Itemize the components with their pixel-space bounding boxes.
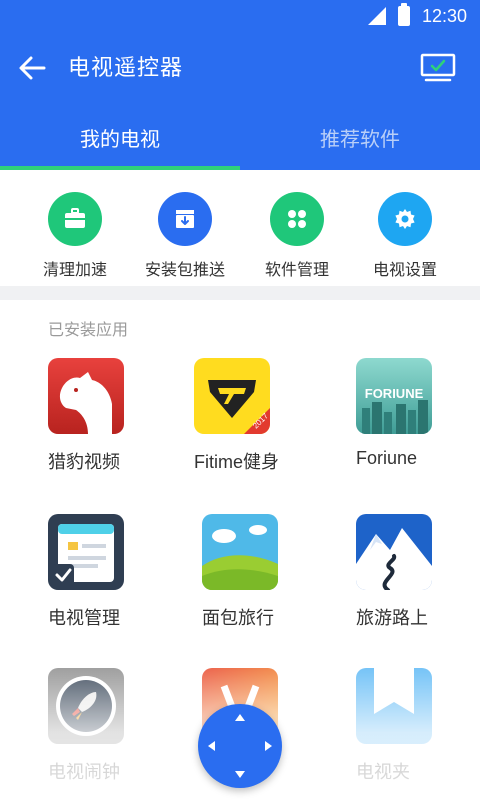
app-item-travel-road[interactable]: 旅游路上	[356, 496, 480, 636]
tv-folder-icon	[356, 668, 432, 744]
app-item-cheetah-video[interactable]: 猎豹视频	[48, 340, 198, 480]
app-name: 旅游路上	[356, 608, 428, 628]
signal-icon	[368, 7, 386, 25]
app-item-tv-alarm[interactable]: 电视闹钟	[48, 650, 198, 790]
toolbox-icon	[65, 208, 85, 228]
quick-action-circle	[270, 192, 324, 246]
tab-recommended-apps[interactable]: 推荐软件	[240, 104, 480, 170]
quick-action-label: 安装包推送	[144, 262, 225, 279]
cheetah-video-icon	[48, 358, 124, 434]
tv-cast-icon[interactable]	[420, 52, 456, 84]
quick-action-software-manage[interactable]: 软件管理	[242, 192, 352, 282]
tv-alarm-icon	[48, 668, 124, 744]
tab-label: 推荐软件	[320, 128, 400, 151]
app-item-tv-folder[interactable]: 电视夹	[356, 650, 480, 790]
foriune-icon-text: FORIUNE	[365, 386, 424, 401]
status-time: 12:30	[422, 6, 468, 26]
page-title: 电视遥控器	[68, 55, 184, 80]
quick-action-circle	[378, 192, 432, 246]
quick-action-circle	[48, 192, 102, 246]
remote-dpad-button[interactable]	[198, 704, 282, 788]
tab-bar: 我的电视 推荐软件	[0, 104, 480, 170]
tv-manager-icon	[48, 514, 124, 590]
installed-apps-heading: 已安装应用	[48, 322, 129, 339]
quick-action-label: 清理加速	[42, 262, 107, 279]
gear-icon	[395, 209, 415, 229]
app-name: 电视闹钟	[48, 762, 120, 782]
tab-my-tv[interactable]: 我的电视	[0, 104, 240, 170]
quick-action-label: 软件管理	[264, 262, 329, 279]
app-name: Foriune	[356, 448, 418, 468]
app-item-tv-manager[interactable]: 电视管理	[48, 496, 198, 636]
tab-label: 我的电视	[80, 128, 160, 151]
quick-action-install-push[interactable]: 安装包推送	[130, 192, 240, 282]
quick-actions: 清理加速 安装包推送 软件管理 电视设置	[0, 170, 480, 286]
back-arrow-icon[interactable]	[16, 54, 48, 82]
quick-action-label: 电视设置	[372, 262, 437, 279]
app-item-bread-travel[interactable]: 面包旅行	[202, 496, 352, 636]
app-name: 电视夹	[356, 762, 410, 782]
dpad-arrows-icon	[208, 714, 272, 778]
install-push-icon	[176, 210, 194, 228]
app-name: 电视管理	[48, 608, 120, 628]
travel-road-icon	[356, 514, 432, 590]
quick-action-tv-settings[interactable]: 电视设置	[350, 192, 460, 282]
app-item-fitime[interactable]: 2017 Fitime健身	[194, 340, 344, 480]
foriune-icon: FORIUNE	[356, 358, 432, 434]
section-divider	[0, 286, 480, 300]
battery-icon	[398, 3, 410, 26]
app-name: 面包旅行	[202, 608, 274, 628]
bread-travel-icon	[202, 514, 278, 590]
app-name: 猎豹视频	[48, 452, 120, 472]
quick-action-clean-speedup[interactable]: 清理加速	[20, 192, 130, 282]
app-bar: 电视遥控器	[0, 32, 480, 104]
status-bar: 12:30	[0, 0, 480, 32]
screen: 12:30 电视遥控器 我的电视 推荐软件 清理加速 安装包推送 软件管理 电视…	[0, 0, 480, 800]
quick-action-circle	[158, 192, 212, 246]
app-name: Fitime健身	[194, 452, 279, 472]
fitime-icon: 2017	[194, 358, 270, 434]
apps-grid-icon	[288, 210, 306, 228]
app-item-foriune[interactable]: FORIUNE Foriune	[356, 340, 480, 480]
